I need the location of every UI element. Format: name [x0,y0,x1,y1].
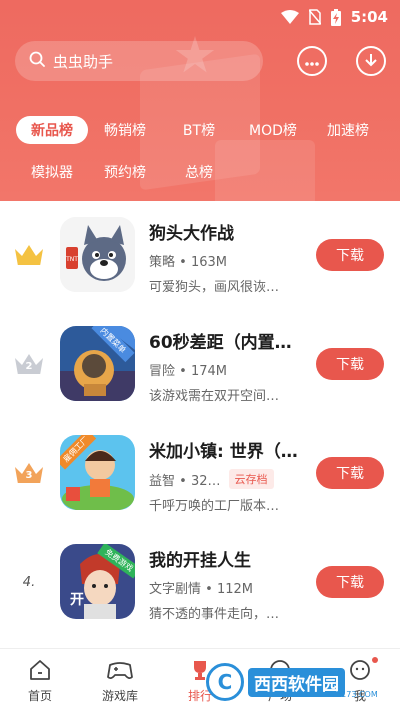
app-category: 益智 [149,473,176,489]
status-bar: 5:04 [0,0,400,34]
tab-accelerate[interactable]: 加速榜 [318,116,378,144]
app-info: 我的开挂人生 文字剧情 • 112M 猜不透的事件走向，… [149,546,299,622]
message-button[interactable] [297,46,327,76]
home-icon [27,657,53,683]
watermark-logo: C [206,663,244,701]
list-item[interactable]: 2 内置菜单 60秒差距（内置… 冒险 • 174M 该游戏需在双开空间… 下载 [0,310,400,415]
tab-mod[interactable]: MOD榜 [243,116,303,144]
download-icon [364,52,378,71]
search-icon [29,51,45,71]
crown-silver-icon: 2 [15,354,43,374]
tab-bestseller[interactable]: 畅销榜 [95,116,155,144]
app-meta: 冒险 • 174M [149,364,227,379]
download-button[interactable]: 下载 [316,348,384,380]
nav-home[interactable]: 首页 [0,649,80,711]
tab-emulator[interactable]: 模拟器 [22,158,82,186]
app-meta: 策略 • 163M [149,255,227,270]
app-icon: 开 免费游戏 [60,544,135,619]
crown-bronze-icon: 3 [15,463,43,483]
list-item[interactable]: 4. 开 免费游戏 我的开挂人生 文字剧情 • 112M 猜不透的事件走向，… … [0,528,400,633]
download-manager-button[interactable] [356,46,386,76]
search-placeholder: 虫虫助手 [53,52,114,71]
app-icon: 内置菜单 [60,326,135,401]
app-title: 我的开挂人生 [149,551,251,571]
app-description: 可爱狗头，画风很诙… [149,280,280,295]
app-description: 猜不透的事件走向，… [149,607,280,622]
app-title: 米加小镇: 世界（… [149,442,298,462]
app-description: 该游戏需在双开空间… [149,389,280,404]
crown-gold-icon [15,245,43,265]
battery-charging-icon [330,8,341,26]
app-category: 文字剧情 [149,582,202,597]
gamepad-icon [107,657,133,683]
app-description: 千呼万唤的工厂版本… [149,499,280,514]
wifi-icon [280,10,299,24]
app-size: 112M [216,582,253,597]
tab-total[interactable]: 总榜 [170,158,228,186]
clock: 5:04 [350,8,388,26]
app-meta: 文字剧情 • 112M [149,582,253,597]
download-button[interactable]: 下载 [316,239,384,271]
tab-new[interactable]: 新品榜 [16,116,88,144]
app-info: 狗头大作战 策略 • 163M 可爱狗头，画风很诙… [149,219,299,295]
app-info: 米加小镇: 世界（… 益智 • 32… 云存档 千呼万唤的工厂版本… [149,437,299,514]
tab-bt[interactable]: BT榜 [172,116,226,144]
tab-reserve[interactable]: 预约榜 [95,158,155,186]
search-row: 虫虫助手 [15,40,387,82]
rank-number: 4. [22,574,36,590]
rank-badge: 2 [14,352,44,376]
chat-dots-icon [304,52,320,71]
watermark: C 西西软件园 CR173.COM [206,660,386,704]
list-item[interactable]: 3 雇佣工厂 米加小镇: 世界（… 益智 • 32… 云存档 千呼万唤的工厂版本… [0,419,400,524]
app-size: 32… [190,473,221,489]
rank-badge [14,243,44,267]
nav-game-library[interactable]: 游戏库 [80,649,160,711]
download-button[interactable]: 下载 [316,566,384,598]
download-button[interactable]: 下载 [316,457,384,489]
watermark-sub: CR173.COM [330,690,378,699]
rank-badge: 3 [14,461,44,485]
app-title: 狗头大作战 [149,224,234,244]
search-input[interactable]: 虫虫助手 [15,41,263,81]
nav-label: 游戏库 [101,689,138,703]
app-icon: TNT [60,217,135,292]
svg-text:TNT: TNT [65,256,78,263]
app-info: 60秒差距（内置… 冒险 • 174M 该游戏需在双开空间… [149,328,299,404]
app-size: 163M [190,255,227,270]
no-sim-icon [308,9,321,25]
app-title: 60秒差距（内置… [149,333,292,353]
cloud-save-badge: 云存档 [228,469,274,489]
rank-badge: 4. [14,570,44,594]
app-meta: 益智 • 32… 云存档 [149,469,299,489]
list-item[interactable]: TNT 狗头大作战 策略 • 163M 可爱狗头，画风很诙… 下载 [0,201,400,306]
app-category: 冒险 [149,364,176,379]
app-icon: 雇佣工厂 [60,435,135,510]
nav-label: 首页 [27,689,52,703]
svg-text:开: 开 [70,592,84,608]
app-category: 策略 [149,255,176,270]
app-size: 174M [190,364,227,379]
header-decoration [215,140,315,201]
